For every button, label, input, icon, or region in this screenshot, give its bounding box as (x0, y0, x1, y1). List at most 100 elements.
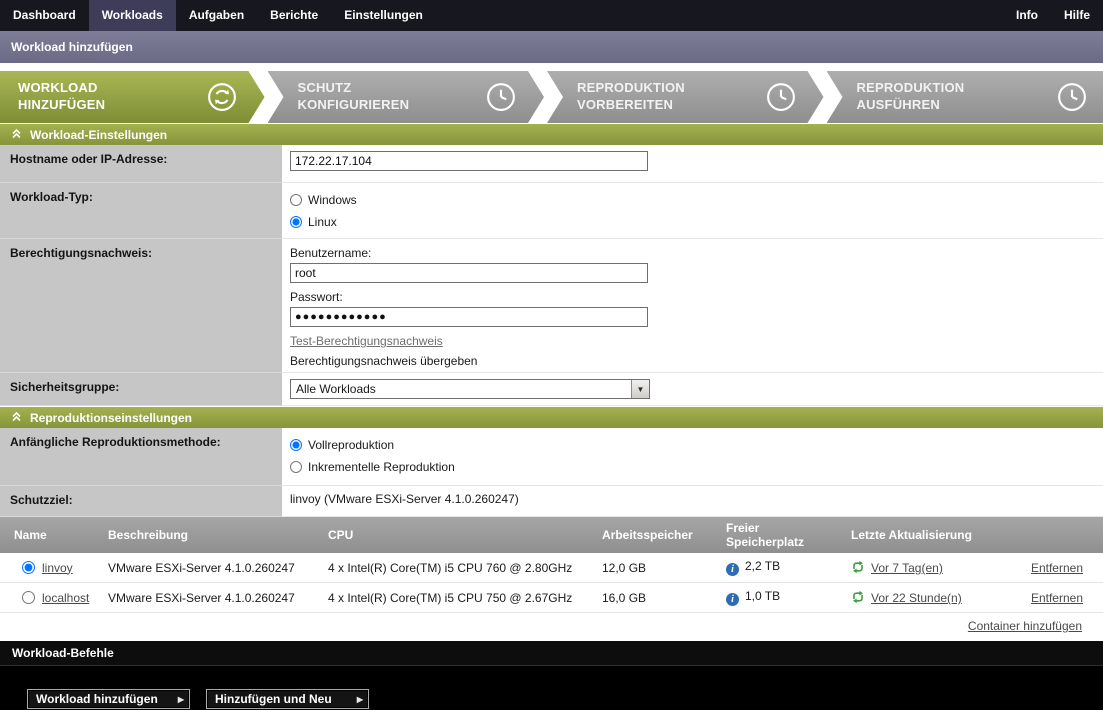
wizard-step-configure-protection: SCHUTZKONFIGURIEREN (268, 71, 545, 123)
workload-type-windows-option[interactable]: Windows (290, 193, 1095, 207)
refresh-icon (851, 560, 865, 574)
wizard-step-prepare-replication: REPRODUKTIONVORBEREITEN (547, 71, 824, 123)
replication-method-field: Vollreproduktion Inkrementelle Reprodukt… (282, 428, 1103, 486)
wizard-step-label: REPRODUKTIONVORBEREITEN (577, 80, 685, 114)
nav-right-group: Info Hilfe (1003, 0, 1103, 31)
security-group-row: Sicherheitsgruppe: Alle Workloads ▼ (0, 373, 1103, 406)
last-update-link[interactable]: Vor 22 Stunde(n) (871, 591, 962, 605)
nav-berichte[interactable]: Berichte (257, 0, 331, 31)
commands-area: Workload hinzufügen ▶ Hinzufügen und Neu… (0, 666, 1103, 710)
wizard-step-add-workload: WORKLOADHINZUFÜGEN (0, 71, 265, 123)
hostname-input[interactable] (290, 151, 648, 171)
credentials-note: Berechtigungsnachweis übergeben (290, 354, 1095, 368)
row-free-space: i1,0 TB (718, 583, 843, 613)
table-row: linvoy VMware ESXi-Server 4.1.0.260247 4… (0, 553, 1103, 583)
col-header-description: Beschreibung (100, 517, 320, 553)
full-replication-radio[interactable] (290, 439, 302, 451)
sync-icon (207, 82, 237, 112)
clock-icon (1057, 82, 1087, 112)
nav-einstellungen[interactable]: Einstellungen (331, 0, 436, 31)
full-replication-label: Vollreproduktion (308, 438, 394, 452)
info-icon: i (726, 563, 739, 576)
workload-commands-bar: Workload-Befehle (0, 641, 1103, 666)
remove-link[interactable]: Entfernen (1031, 561, 1083, 575)
replication-method-row: Anfängliche Reproduktionsmethode: Vollre… (0, 428, 1103, 486)
row-description: VMware ESXi-Server 4.1.0.260247 (100, 583, 320, 613)
incremental-replication-label: Inkrementelle Reproduktion (308, 460, 455, 474)
wizard-step-label: WORKLOADHINZUFÜGEN (18, 80, 105, 114)
add-container-row: Container hinzufügen (0, 613, 1103, 641)
breadcrumb: Workload hinzufügen (0, 31, 1103, 63)
nav-info[interactable]: Info (1003, 0, 1051, 31)
security-group-label: Sicherheitsgruppe: (0, 373, 282, 406)
add-workload-button[interactable]: Workload hinzufügen ▶ (27, 689, 190, 709)
nav-dashboard[interactable]: Dashboard (0, 0, 89, 31)
security-group-select[interactable]: Alle Workloads ▼ (290, 379, 650, 399)
section-replication-settings[interactable]: Reproduktionseinstellungen (0, 406, 1103, 428)
workload-type-row: Workload-Typ: Windows Linux (0, 183, 1103, 239)
col-header-last-update: Letzte Aktualisierung (843, 517, 1011, 553)
protection-target-value: linvoy (VMware ESXi-Server 4.1.0.260247) (282, 486, 1103, 517)
add-and-new-button[interactable]: Hinzufügen und Neu ▶ (206, 689, 369, 709)
row-select-radio[interactable] (22, 561, 35, 574)
clock-icon (766, 82, 796, 112)
credentials-field: Benutzername: Passwort: Test-Berechtigun… (282, 239, 1103, 373)
row-last-update: Vor 22 Stunde(n) (843, 583, 1011, 613)
row-select-radio[interactable] (22, 591, 35, 604)
row-last-update: Vor 7 Tag(en) (843, 553, 1011, 583)
wizard-step-label: SCHUTZKONFIGURIEREN (298, 80, 410, 114)
wizard-step-label: REPRODUKTIONAUSFÜHREN (857, 80, 965, 114)
container-name-link[interactable]: localhost (42, 591, 89, 605)
protection-target-row: Schutzziel: linvoy (VMware ESXi-Server 4… (0, 486, 1103, 517)
username-label: Benutzername: (290, 246, 1095, 260)
password-input[interactable] (290, 307, 648, 327)
workload-type-field: Windows Linux (282, 183, 1103, 239)
wizard-step-run-replication: REPRODUKTIONAUSFÜHREN (827, 71, 1103, 123)
table-header-row: Name Beschreibung CPU Arbeitsspeicher Fr… (0, 517, 1103, 553)
workload-type-label: Workload-Typ: (0, 183, 282, 239)
remove-link[interactable]: Entfernen (1031, 591, 1083, 605)
arrow-right-icon: ▶ (178, 695, 184, 704)
hostname-field (282, 145, 1103, 183)
windows-radio[interactable] (290, 194, 302, 206)
clock-icon (486, 82, 516, 112)
wizard-wrap: WORKLOADHINZUFÜGEN SCHUTZKONFIGURIEREN (0, 63, 1103, 123)
section-title: Reproduktionseinstellungen (30, 411, 192, 425)
add-container-link[interactable]: Container hinzufügen (968, 619, 1082, 633)
password-label: Passwort: (290, 290, 1095, 304)
section-workload-settings[interactable]: Workload-Einstellungen (0, 123, 1103, 145)
nav-workloads[interactable]: Workloads (89, 0, 176, 31)
container-name-link[interactable]: linvoy (42, 561, 73, 575)
col-header-cpu: CPU (320, 517, 594, 553)
windows-radio-label: Windows (308, 193, 357, 207)
username-input[interactable] (290, 263, 648, 283)
linux-radio-label: Linux (308, 215, 337, 229)
row-cpu: 4 x Intel(R) Core(TM) i5 CPU 750 @ 2.67G… (320, 583, 594, 613)
refresh-icon (851, 590, 865, 604)
commands-title: Workload-Befehle (12, 646, 114, 660)
arrow-right-icon: ▶ (357, 695, 363, 704)
credentials-row: Berechtigungsnachweis: Benutzername: Pas… (0, 239, 1103, 373)
security-group-field: Alle Workloads ▼ (282, 373, 1103, 406)
workload-type-linux-option[interactable]: Linux (290, 215, 1095, 229)
linux-radio[interactable] (290, 216, 302, 228)
last-update-link[interactable]: Vor 7 Tag(en) (871, 561, 943, 575)
row-memory: 12,0 GB (594, 553, 718, 583)
incremental-replication-option[interactable]: Inkrementelle Reproduktion (290, 460, 1095, 474)
row-memory: 16,0 GB (594, 583, 718, 613)
row-cpu: 4 x Intel(R) Core(TM) i5 CPU 760 @ 2.80G… (320, 553, 594, 583)
test-credentials-link[interactable]: Test-Berechtigungsnachweis (290, 334, 443, 348)
col-header-remove (1011, 517, 1103, 553)
full-replication-option[interactable]: Vollreproduktion (290, 438, 1095, 452)
page: Dashboard Workloads Aufgaben Berichte Ei… (0, 0, 1103, 710)
nav-hilfe[interactable]: Hilfe (1051, 0, 1103, 31)
col-header-memory: Arbeitsspeicher (594, 517, 718, 553)
table-row: localhost VMware ESXi-Server 4.1.0.26024… (0, 583, 1103, 613)
nav-aufgaben[interactable]: Aufgaben (176, 0, 257, 31)
incremental-replication-radio[interactable] (290, 461, 302, 473)
security-group-selected-value: Alle Workloads (291, 380, 631, 398)
page-title: Workload hinzufügen (11, 40, 133, 54)
row-description: VMware ESXi-Server 4.1.0.260247 (100, 553, 320, 583)
section-title: Workload-Einstellungen (30, 128, 167, 142)
info-icon: i (726, 593, 739, 606)
